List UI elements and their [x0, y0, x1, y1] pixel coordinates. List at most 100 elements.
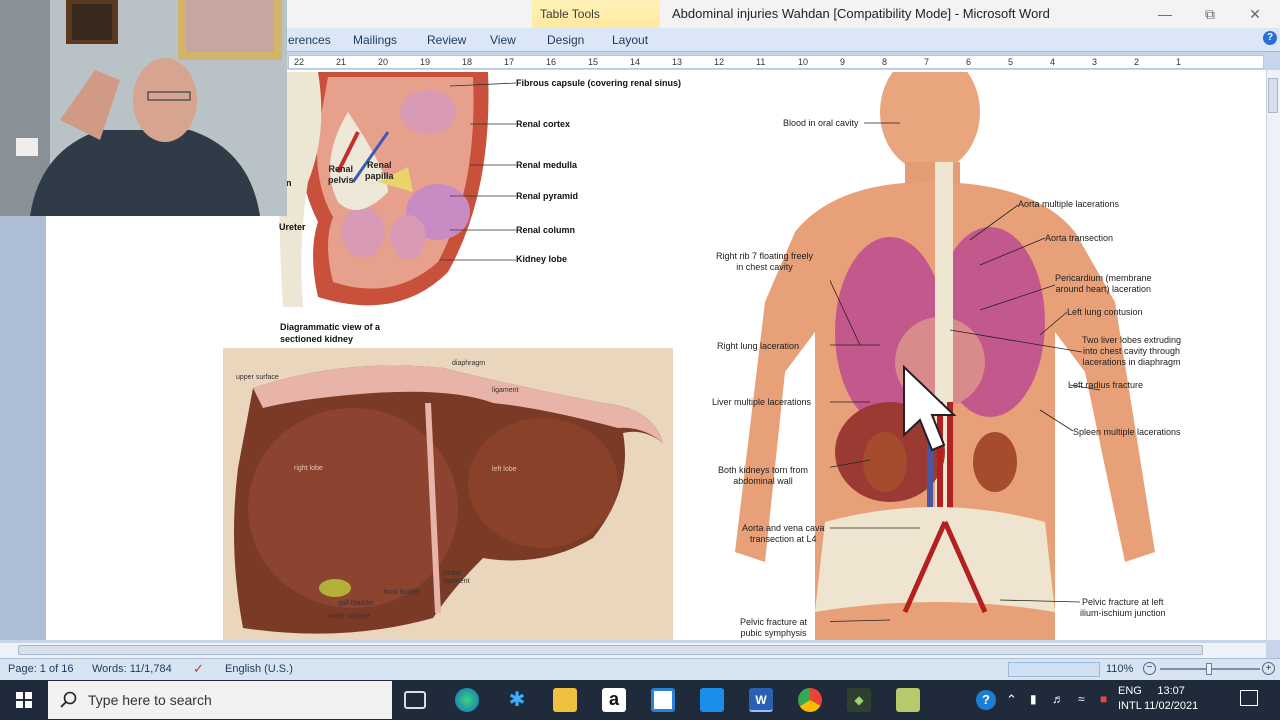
app-bolt-icon[interactable]: ✱	[505, 688, 529, 712]
mouse-pointer-icon	[903, 365, 957, 452]
tab-references[interactable]: erences	[288, 33, 331, 47]
task-view-icon[interactable]	[404, 691, 426, 709]
ruler-tick-label: 9	[840, 57, 846, 67]
trauma-label-right: Aorta multiple lacerations	[1018, 199, 1120, 209]
kidney-label: Renal pyramid	[516, 191, 579, 201]
file-explorer-icon[interactable]	[553, 688, 577, 712]
status-page[interactable]: Page: 1 of 16	[8, 663, 73, 675]
ruler-tick-label: 12	[714, 57, 725, 67]
vertical-scroll-thumb[interactable]	[1268, 78, 1278, 113]
ruler-tick-label: 19	[420, 57, 431, 67]
system-clock[interactable]: 13:07 11/02/2021	[1144, 684, 1198, 714]
trauma-label-left: Right lung laceration	[717, 341, 800, 351]
liver-label-under-surface: under surface	[327, 613, 370, 620]
trauma-label-left: Blood in oral cavity	[783, 118, 859, 128]
ruler-tick-label: 14	[630, 57, 641, 67]
tab-view[interactable]: View	[490, 33, 516, 47]
search-icon	[60, 691, 77, 708]
trauma-label-left: Both kidneys torn from abdominal wall	[718, 465, 809, 486]
kidney-label: Renal cortex	[516, 119, 571, 129]
input-language[interactable]: ENG INTL	[1118, 684, 1142, 714]
zoom-slider-handle[interactable]	[1206, 663, 1212, 675]
word-icon[interactable]: W	[749, 688, 773, 712]
ruler-tick-label: 10	[798, 57, 809, 67]
ruler-tick-label: 1	[1176, 57, 1182, 67]
ruler-tick-label: 8	[882, 57, 888, 67]
trauma-label-left: Pelvic fracture at pubic symphysis	[740, 617, 808, 638]
trauma-label-right: Left radius fracture	[1068, 380, 1144, 390]
volume-icon[interactable]: ♬	[1052, 692, 1064, 706]
vertical-scrollbar[interactable]	[1266, 70, 1280, 640]
close-icon[interactable]: ✕	[1240, 4, 1270, 24]
restore-icon[interactable]: ⧉	[1195, 4, 1225, 24]
kidney-caption-line2: sectioned kidney	[280, 334, 354, 344]
liver-label-front-border: front border	[384, 589, 421, 596]
battery-icon[interactable]: ▮	[1030, 692, 1037, 706]
liver-label-round-ligament: round ligament	[443, 570, 470, 585]
webcam-overlay	[0, 0, 287, 216]
presenter-video	[0, 0, 287, 216]
trauma-leader-lines	[830, 122, 1101, 622]
chrome-icon[interactable]	[798, 688, 822, 712]
liver-label-right-lobe: right lobe	[294, 465, 323, 472]
kidney-label: Renal medulla	[516, 160, 578, 170]
kidney-label-ureter: Ureter	[279, 222, 306, 232]
liver-label-diaphragm: diaphragm	[452, 360, 486, 367]
ruler-tick-label: 6	[966, 57, 972, 67]
wifi-icon[interactable]: ≈	[1078, 692, 1085, 706]
chevron-up-icon[interactable]: ⌃	[1006, 692, 1017, 708]
ruler-tick-label: 18	[462, 57, 473, 67]
kidney-label: Renal column	[516, 225, 576, 235]
zoom-level[interactable]: 110%	[1106, 663, 1133, 675]
ruler-tick-label: 7	[924, 57, 930, 67]
liver-label-left-lobe: left lobe	[492, 466, 517, 473]
help-assist-icon[interactable]: ?	[976, 690, 996, 710]
ruler-ticks: 22 21 20 19 18 17 16 15 14 13 12 11 10 9 8 7 6 5 4 3 2 1	[288, 56, 1264, 68]
ruler-tick-label: 13	[672, 57, 683, 67]
edge-browser-icon[interactable]	[455, 688, 479, 712]
ruler-tick-label: 22	[294, 57, 305, 67]
tab-design[interactable]: Design	[547, 33, 584, 47]
trauma-label-right: Pericardium (membrane around heart) lace…	[1055, 273, 1152, 294]
tab-review[interactable]: Review	[427, 33, 466, 47]
kidney-label: Fibrous capsule (covering renal sinus)	[516, 78, 682, 88]
horizontal-scroll-thumb[interactable]	[18, 645, 1203, 655]
trauma-label-left: Right rib 7 floating freely in chest cav…	[716, 251, 814, 272]
search-placeholder: Type here to search	[88, 692, 212, 708]
ruler-tick-label: 3	[1092, 57, 1098, 67]
security-icon[interactable]: ■	[1100, 692, 1107, 706]
minimize-icon[interactable]: —	[1150, 4, 1180, 24]
contextual-tab-table-tools: Table Tools	[532, 0, 660, 28]
kidney-caption-line1: Diagrammatic view of a	[280, 322, 381, 332]
trauma-label-right: Spleen multiple lacerations	[1073, 427, 1181, 437]
liver-label-ligament: ligament	[492, 387, 519, 394]
amazon-icon[interactable]: a	[602, 688, 626, 712]
kidney-leader-lines	[440, 82, 517, 261]
trauma-label-right: Pelvic fracture at left ilium-ischium ju…	[1080, 597, 1166, 618]
tab-layout[interactable]: Layout	[612, 33, 648, 47]
status-words[interactable]: Words: 11/1,784	[92, 663, 172, 675]
status-language[interactable]: English (U.S.)	[225, 663, 293, 675]
liver-label-upper-surface: upper surface	[236, 374, 279, 381]
windows-start-icon[interactable]	[0, 680, 48, 720]
kidney-label: Kidney lobe	[516, 254, 568, 264]
trauma-label-right: Left lung contusion	[1067, 307, 1143, 317]
notifications-icon[interactable]	[1240, 690, 1258, 706]
microsoft-store-icon[interactable]	[651, 688, 675, 712]
ruler-tick-label: 11	[756, 57, 766, 67]
help-icon[interactable]: ?	[1263, 31, 1277, 45]
view-buttons[interactable]	[1008, 662, 1100, 677]
proofing-icon[interactable]: ✓	[193, 661, 204, 677]
notes-app-icon[interactable]	[896, 688, 920, 712]
clock-date: 11/02/2021	[1144, 700, 1199, 712]
tab-mailings[interactable]: Mailings	[353, 33, 397, 47]
mail-icon[interactable]	[700, 688, 724, 712]
zoom-in-icon[interactable]: +	[1262, 662, 1275, 675]
ruler-tick-label: 21	[336, 57, 347, 67]
camtasia-icon[interactable]: ◆	[847, 688, 871, 712]
kidney-inner-label-papilla: Renal papilla	[365, 160, 394, 181]
window-title: Abdominal injuries Wahdan [Compatibility…	[672, 6, 1050, 21]
kidney-inner-label-pelvis: Renal pelvis	[328, 164, 354, 185]
zoom-out-icon[interactable]: −	[1143, 662, 1156, 675]
ruler-tick-label: 15	[588, 57, 599, 67]
